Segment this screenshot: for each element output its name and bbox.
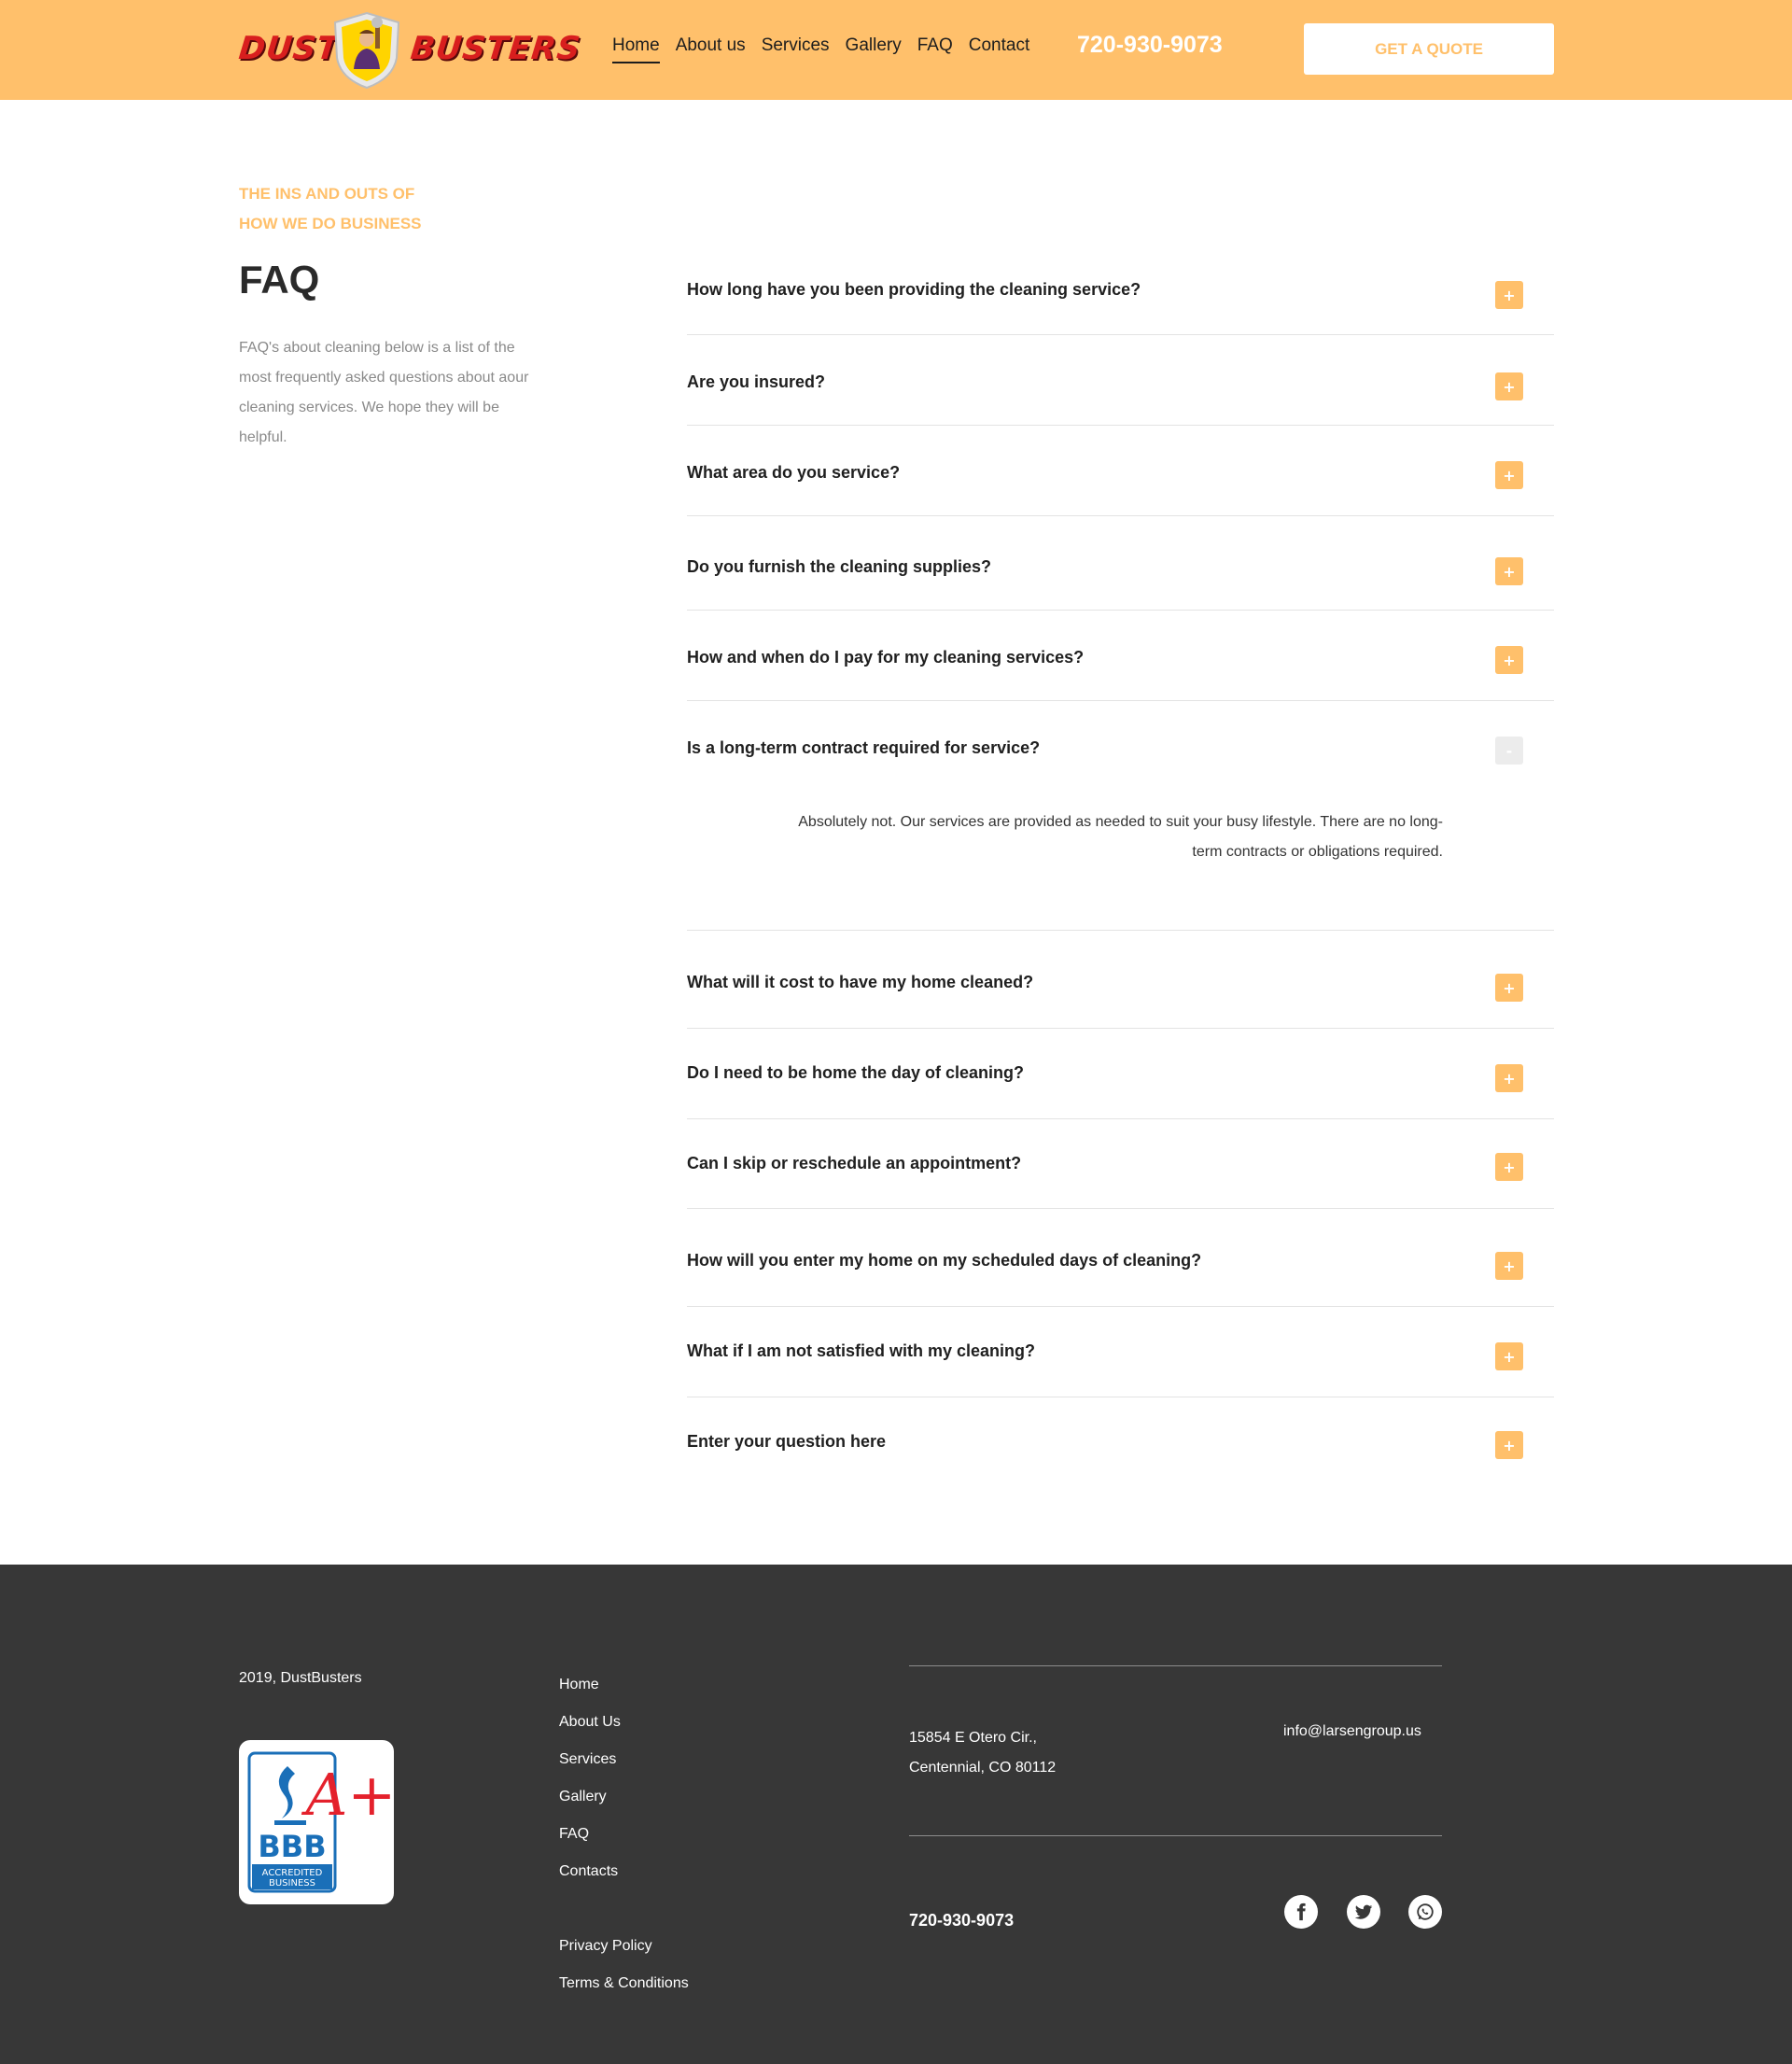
expand-plus-icon[interactable]: + bbox=[1495, 1431, 1523, 1459]
faq-question[interactable]: Are you insured? bbox=[687, 372, 825, 392]
nav-home[interactable]: Home bbox=[612, 35, 660, 63]
nav-faq[interactable]: FAQ bbox=[917, 35, 953, 63]
footer-legal: Privacy Policy Terms & Conditions bbox=[559, 1928, 689, 2002]
footer-divider bbox=[909, 1665, 1442, 1666]
expand-plus-icon[interactable]: + bbox=[1495, 281, 1523, 309]
faq-item[interactable]: Do you furnish the cleaning supplies? + bbox=[687, 516, 1554, 611]
footer-link-gallery[interactable]: Gallery bbox=[559, 1778, 621, 1816]
faq-item[interactable]: How long have you been providing the cle… bbox=[687, 249, 1554, 335]
faq-question[interactable]: What if I am not satisfied with my clean… bbox=[687, 1341, 1035, 1361]
whatsapp-icon[interactable] bbox=[1408, 1895, 1442, 1929]
footer-address: 15854 E Otero Cir., Centennial, CO 80112 bbox=[909, 1723, 1056, 1783]
faq-question[interactable]: Do you furnish the cleaning supplies? bbox=[687, 557, 991, 577]
expand-plus-icon[interactable]: + bbox=[1495, 1064, 1523, 1092]
site-footer: 2019, DustBusters BBB ACCREDITED BUSINES… bbox=[0, 1565, 1792, 2064]
faq-item[interactable]: How and when do I pay for my cleaning se… bbox=[687, 611, 1554, 701]
faq-item[interactable]: Do I need to be home the day of cleaning… bbox=[687, 1029, 1554, 1119]
eyebrow-line-1: THE INS AND OUTS OF bbox=[239, 185, 415, 203]
twitter-icon[interactable] bbox=[1347, 1895, 1380, 1929]
footer-copyright: 2019, DustBusters bbox=[239, 1670, 362, 1686]
faq-question[interactable]: What will it cost to have my home cleane… bbox=[687, 973, 1033, 992]
faq-item-expanded[interactable]: Is a long-term contract required for ser… bbox=[687, 701, 1554, 931]
bbb-caption-1: ACCREDITED bbox=[262, 1868, 323, 1878]
bbb-badge[interactable]: BBB ACCREDITED BUSINESS A+ bbox=[239, 1740, 396, 1904]
faq-item[interactable]: What area do you service? + bbox=[687, 426, 1554, 516]
faq-item[interactable]: Are you insured? + bbox=[687, 335, 1554, 426]
footer-link-home[interactable]: Home bbox=[559, 1666, 621, 1704]
footer-divider bbox=[909, 1835, 1442, 1836]
expand-plus-icon[interactable]: + bbox=[1495, 372, 1523, 400]
faq-intro-text: FAQ's about cleaning below is a list of … bbox=[239, 340, 529, 445]
faq-question[interactable]: Enter your question here bbox=[687, 1432, 886, 1452]
faq-item[interactable]: Can I skip or reschedule an appointment?… bbox=[687, 1119, 1554, 1209]
footer-phone-link[interactable]: 720-930-9073 bbox=[909, 1911, 1014, 1931]
faq-question[interactable]: How and when do I pay for my cleaning se… bbox=[687, 648, 1084, 667]
terms-conditions-link[interactable]: Terms & Conditions bbox=[559, 1965, 689, 2002]
faq-question[interactable]: How long have you been providing the cle… bbox=[687, 280, 1141, 300]
dustbusters-logo[interactable]: DUST BUSTERS bbox=[236, 9, 582, 91]
address-line-1: 15854 E Otero Cir., bbox=[909, 1730, 1037, 1746]
section-eyebrow: THE INS AND OUTS OF HOW WE DO BUSINESS bbox=[239, 179, 519, 239]
footer-email-link[interactable]: info@larsengroup.us bbox=[1283, 1723, 1421, 1740]
expand-plus-icon[interactable]: + bbox=[1495, 1153, 1523, 1181]
page-title: FAQ bbox=[239, 258, 320, 302]
footer-link-faq[interactable]: FAQ bbox=[559, 1816, 621, 1853]
bbb-letters: BBB bbox=[258, 1829, 326, 1864]
eyebrow-line-2: HOW WE DO BUSINESS bbox=[239, 215, 422, 232]
bbb-accredited-logo: BBB ACCREDITED BUSINESS A+ bbox=[247, 1751, 396, 1893]
footer-link-services[interactable]: Services bbox=[559, 1741, 621, 1778]
address-line-2: Centennial, CO 80112 bbox=[909, 1760, 1057, 1776]
get-quote-button[interactable]: GET A QUOTE bbox=[1304, 23, 1554, 75]
expand-plus-icon[interactable]: + bbox=[1495, 557, 1523, 585]
expand-plus-icon[interactable]: + bbox=[1495, 461, 1523, 489]
logo-mascot-icon bbox=[333, 11, 400, 90]
privacy-policy-link[interactable]: Privacy Policy bbox=[559, 1928, 689, 1965]
nav-about[interactable]: About us bbox=[676, 35, 746, 63]
faq-answer: Absolutely not. Our services are provide… bbox=[798, 814, 1443, 860]
faq-question[interactable]: What area do you service? bbox=[687, 463, 900, 483]
faq-question[interactable]: Is a long-term contract required for ser… bbox=[687, 738, 1040, 758]
main-nav: Home About us Services Gallery FAQ Conta… bbox=[612, 35, 1045, 63]
faq-question[interactable]: How will you enter my home on my schedul… bbox=[687, 1251, 1201, 1271]
footer-link-contacts[interactable]: Contacts bbox=[559, 1853, 621, 1890]
site-header: DUST BUSTERS Home About us Services Gall… bbox=[0, 0, 1792, 100]
faq-item[interactable]: How will you enter my home on my schedul… bbox=[687, 1209, 1554, 1307]
nav-services[interactable]: Services bbox=[762, 35, 830, 63]
bbb-caption-2: BUSINESS bbox=[269, 1878, 315, 1888]
nav-gallery[interactable]: Gallery bbox=[846, 35, 902, 63]
expand-plus-icon[interactable]: + bbox=[1495, 1252, 1523, 1280]
facebook-icon[interactable] bbox=[1284, 1895, 1318, 1929]
logo-word-busters: BUSTERS bbox=[408, 30, 583, 67]
faq-item[interactable]: Enter your question here + bbox=[687, 1397, 1554, 1487]
header-phone-link[interactable]: 720-930-9073 bbox=[1077, 32, 1223, 59]
footer-link-about[interactable]: About Us bbox=[559, 1704, 621, 1741]
expand-plus-icon[interactable]: + bbox=[1495, 1342, 1523, 1370]
footer-nav: Home About Us Services Gallery FAQ Conta… bbox=[559, 1666, 621, 1890]
nav-contact[interactable]: Contact bbox=[969, 35, 1029, 63]
faq-item[interactable]: What if I am not satisfied with my clean… bbox=[687, 1307, 1554, 1397]
bbb-grade: A+ bbox=[301, 1761, 394, 1829]
logo-word-dust: DUST bbox=[236, 30, 342, 67]
collapse-minus-icon[interactable]: - bbox=[1495, 737, 1523, 765]
faq-question[interactable]: Can I skip or reschedule an appointment? bbox=[687, 1154, 1021, 1173]
expand-plus-icon[interactable]: + bbox=[1495, 646, 1523, 674]
faq-item[interactable]: What will it cost to have my home cleane… bbox=[687, 931, 1554, 1029]
faq-accordion: How long have you been providing the cle… bbox=[687, 249, 1554, 1487]
expand-plus-icon[interactable]: + bbox=[1495, 974, 1523, 1002]
faq-question[interactable]: Do I need to be home the day of cleaning… bbox=[687, 1063, 1024, 1083]
